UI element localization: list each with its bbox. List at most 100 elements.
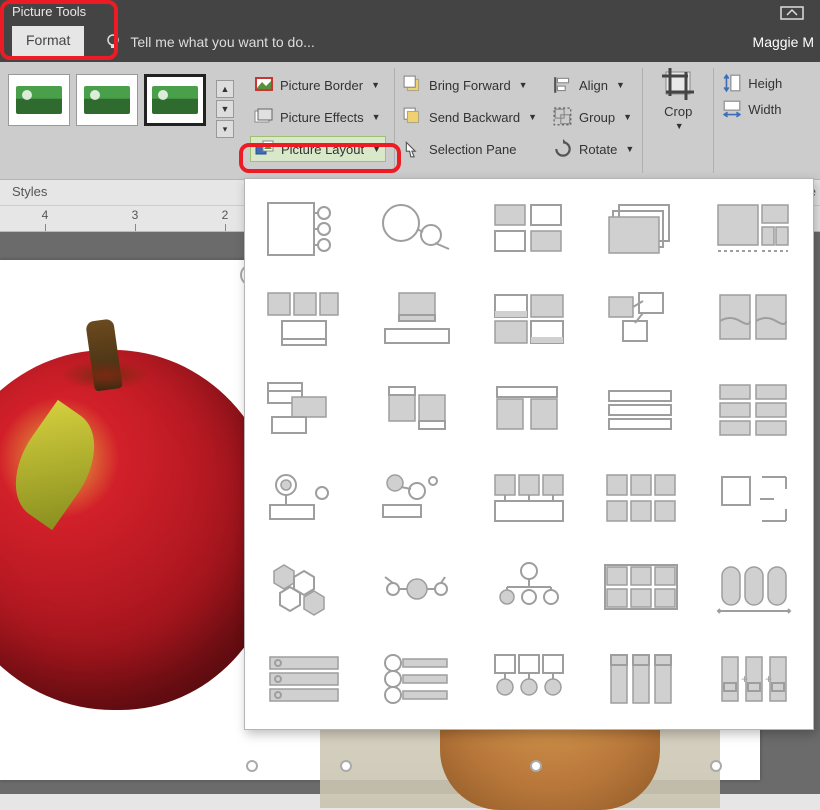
crop-label: Crop xyxy=(664,104,692,119)
styles-scroll-down[interactable]: ▼ xyxy=(216,100,234,118)
bring-forward-label: Bring Forward xyxy=(429,78,511,93)
picture-layout-icon xyxy=(255,140,275,158)
picture-layout-gallery: ++ xyxy=(244,178,814,730)
rotate-label: Rotate xyxy=(579,142,617,157)
picture-styles-group: ▲ ▼ ▾ xyxy=(0,62,242,179)
layout-option-10[interactable] xyxy=(703,279,805,359)
selection-handle[interactable] xyxy=(246,760,258,772)
layout-option-9[interactable] xyxy=(590,279,692,359)
ruler-tick: 3 xyxy=(90,208,180,222)
selection-handle[interactable] xyxy=(710,760,722,772)
layout-option-4[interactable] xyxy=(590,189,692,269)
layout-option-2[interactable] xyxy=(365,189,467,269)
picture-style-option-1[interactable] xyxy=(8,74,70,126)
layout-option-5[interactable] xyxy=(703,189,805,269)
layout-option-6[interactable] xyxy=(253,279,355,359)
selection-pane-button[interactable]: Selection Pane xyxy=(403,136,537,162)
styles-more[interactable]: ▾ xyxy=(216,120,234,138)
height-field[interactable]: Heigh xyxy=(722,74,782,92)
layout-option-17[interactable] xyxy=(365,459,467,539)
layout-option-24[interactable] xyxy=(590,549,692,629)
tell-me-placeholder: Tell me what you want to do... xyxy=(130,34,314,50)
layout-option-26[interactable] xyxy=(253,639,355,719)
layout-option-13[interactable] xyxy=(478,369,580,449)
layout-option-23[interactable] xyxy=(478,549,580,629)
height-label: Heigh xyxy=(748,76,782,91)
chevron-down-icon: ▼ xyxy=(372,112,381,122)
collapse-ribbon-icon[interactable] xyxy=(780,6,804,20)
chevron-down-icon: ▼ xyxy=(519,80,528,90)
apple-image[interactable] xyxy=(0,350,280,710)
title-bar xyxy=(0,0,820,22)
align-button[interactable]: Align ▼ xyxy=(553,72,634,98)
layout-option-14[interactable] xyxy=(590,369,692,449)
styles-scroll-up[interactable]: ▲ xyxy=(216,80,234,98)
picture-layout-button[interactable]: Picture Layout ▼ xyxy=(250,136,386,162)
selection-pane-label: Selection Pane xyxy=(429,142,516,157)
layout-option-21[interactable] xyxy=(253,549,355,629)
send-backward-icon xyxy=(403,108,423,126)
tab-format[interactable]: Format xyxy=(12,26,84,58)
arrange-group-2: Align ▼ Group ▼ Rotate ▼ xyxy=(545,62,642,179)
picture-layout-label: Picture Layout xyxy=(281,142,364,157)
bring-forward-button[interactable]: Bring Forward ▼ xyxy=(403,72,537,98)
selection-handle[interactable] xyxy=(530,760,542,772)
ribbon: ▲ ▼ ▾ Picture Border ▼ Picture Effects ▼… xyxy=(0,62,820,180)
group-label: Group xyxy=(579,110,615,125)
layout-option-3[interactable] xyxy=(478,189,580,269)
chevron-down-icon: ▼ xyxy=(623,112,632,122)
layout-option-18[interactable] xyxy=(478,459,580,539)
picture-style-option-2[interactable] xyxy=(76,74,138,126)
selection-handle[interactable] xyxy=(340,760,352,772)
layout-option-30[interactable]: ++ xyxy=(703,639,805,719)
layout-option-12[interactable] xyxy=(365,369,467,449)
width-field[interactable]: Width xyxy=(722,100,782,118)
layout-option-1[interactable] xyxy=(253,189,355,269)
layout-option-27[interactable] xyxy=(365,639,467,719)
send-backward-label: Send Backward xyxy=(429,110,520,125)
layout-option-25[interactable] xyxy=(703,549,805,629)
styles-caption: Styles xyxy=(12,184,47,199)
layout-option-20[interactable] xyxy=(703,459,805,539)
group-button[interactable]: Group ▼ xyxy=(553,104,634,130)
width-label: Width xyxy=(748,102,781,117)
chevron-down-icon: ▼ xyxy=(616,80,625,90)
svg-text:+: + xyxy=(741,672,748,686)
ruler-tick: 4 xyxy=(0,208,90,222)
bring-forward-icon xyxy=(403,76,423,94)
svg-text:+: + xyxy=(765,672,772,686)
user-name-label[interactable]: Maggie M xyxy=(753,34,814,50)
layout-option-8[interactable] xyxy=(478,279,580,359)
selection-pane-icon xyxy=(403,140,423,158)
crop-button[interactable]: Crop ▼ xyxy=(658,66,698,131)
width-icon xyxy=(722,100,742,118)
chevron-down-icon: ▼ xyxy=(528,112,537,122)
chevron-down-icon: ▼ xyxy=(372,144,381,154)
picture-tools-label: Picture Tools xyxy=(12,4,86,19)
picture-style-option-3-selected[interactable] xyxy=(144,74,206,126)
picture-effects-label: Picture Effects xyxy=(280,110,364,125)
layout-option-29[interactable] xyxy=(590,639,692,719)
layout-option-11[interactable] xyxy=(253,369,355,449)
lightbulb-icon xyxy=(104,33,122,51)
align-icon xyxy=(553,76,573,94)
picture-menu-group: Picture Border ▼ Picture Effects ▼ Pictu… xyxy=(242,62,394,179)
align-label: Align xyxy=(579,78,608,93)
group-icon xyxy=(553,108,573,126)
layout-option-28[interactable] xyxy=(478,639,580,719)
layout-option-16[interactable] xyxy=(253,459,355,539)
picture-effects-icon xyxy=(254,108,274,126)
layout-option-15[interactable] xyxy=(703,369,805,449)
layout-option-7[interactable] xyxy=(365,279,467,359)
send-backward-button[interactable]: Send Backward ▼ xyxy=(403,104,537,130)
picture-border-icon xyxy=(254,76,274,94)
picture-effects-button[interactable]: Picture Effects ▼ xyxy=(250,104,386,130)
chevron-down-icon: ▼ xyxy=(371,80,380,90)
picture-border-button[interactable]: Picture Border ▼ xyxy=(250,72,386,98)
layout-option-22[interactable] xyxy=(365,549,467,629)
height-icon xyxy=(722,74,742,92)
chevron-down-icon: ▼ xyxy=(675,121,684,131)
layout-option-19[interactable] xyxy=(590,459,692,539)
rotate-button[interactable]: Rotate ▼ xyxy=(553,136,634,162)
tell-me-search[interactable]: Tell me what you want to do... xyxy=(104,33,314,51)
